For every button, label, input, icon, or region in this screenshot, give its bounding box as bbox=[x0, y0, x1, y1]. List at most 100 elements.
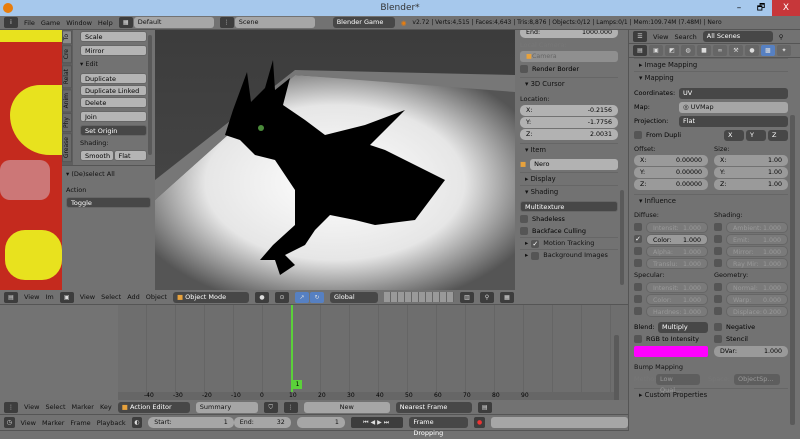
playback-controls[interactable]: ⏮◀▶⏭ bbox=[350, 417, 404, 428]
image-mapping-panel-header[interactable]: ▸ Image Mapping bbox=[634, 58, 788, 71]
coordinates-dropdown[interactable]: UV bbox=[679, 87, 788, 99]
menu-game[interactable]: Game bbox=[41, 19, 60, 27]
scale-button[interactable]: Scale bbox=[80, 31, 147, 42]
frame-ruler[interactable]: -40 -30 -20 -10 0 10 20 30 40 50 60 70 80 90 bbox=[118, 392, 618, 400]
image-menu-view[interactable]: View bbox=[24, 293, 39, 301]
specular-influence-field[interactable]: Color: 1.000 bbox=[646, 293, 708, 305]
minimize-button[interactable]: – bbox=[728, 0, 750, 16]
search-icon[interactable]: ⚲ bbox=[779, 33, 784, 41]
outliner-menu-search[interactable]: Search bbox=[674, 33, 696, 41]
checkbox-icon[interactable] bbox=[714, 283, 722, 291]
action-browse-icon[interactable]: ⋮ bbox=[283, 401, 298, 413]
checkbox-icon[interactable] bbox=[714, 307, 722, 315]
keying-set-field[interactable] bbox=[490, 417, 629, 428]
tab-relations[interactable]: Relat bbox=[62, 64, 72, 88]
backface-culling-checkbox[interactable]: Backface Culling bbox=[520, 225, 618, 237]
scene-selector[interactable]: Scene bbox=[234, 17, 315, 28]
menu-select[interactable]: Select bbox=[101, 293, 121, 301]
tab-physics[interactable]: Phy bbox=[62, 113, 72, 133]
outliner-menu-view[interactable]: View bbox=[653, 33, 668, 41]
tab-animation[interactable]: Anim bbox=[62, 88, 72, 113]
checkbox-icon[interactable] bbox=[714, 295, 722, 303]
n-panel-scrollbar[interactable] bbox=[620, 190, 624, 285]
cursor-z-field[interactable]: Z: 2.0031 bbox=[520, 129, 618, 140]
stencil-checkbox[interactable]: Stencil bbox=[714, 333, 788, 345]
snap-dropdown[interactable]: Nearest Frame bbox=[395, 401, 472, 413]
layout-icon[interactable]: ▦ bbox=[118, 17, 133, 28]
image-menu-image[interactable]: Im bbox=[45, 293, 53, 301]
action-editor[interactable]: 1 -40 -30 -20 -10 0 10 20 30 40 50 60 70 80 90 bbox=[0, 305, 628, 405]
properties-scrollbar[interactable] bbox=[790, 115, 795, 425]
menu-help[interactable]: Help bbox=[98, 19, 113, 27]
timeline-icon[interactable]: ◷ bbox=[4, 417, 15, 428]
shading-icon[interactable]: ● bbox=[254, 291, 269, 303]
delete-button[interactable]: Delete bbox=[80, 97, 147, 108]
outliner-scope-dropdown[interactable]: All Scenes bbox=[702, 31, 773, 42]
3d-viewport[interactable] bbox=[155, 30, 515, 290]
from-dupli-checkbox[interactable]: From Dupli bbox=[634, 129, 722, 141]
motion-tracking-panel[interactable]: ▸ ✓ Motion Tracking bbox=[520, 237, 618, 249]
tool-shelf-scrollbar[interactable] bbox=[148, 35, 152, 155]
maximize-button[interactable]: 🗗 bbox=[750, 0, 772, 16]
render-icon[interactable]: ▦ bbox=[499, 291, 514, 303]
tl-menu-frame[interactable]: Frame bbox=[70, 419, 90, 427]
physics-tab-icon[interactable]: ✦ bbox=[777, 45, 791, 56]
mirror-button[interactable]: Mirror bbox=[80, 45, 147, 56]
diffuse-influence-field[interactable]: Intensit: 1.000 bbox=[646, 221, 708, 233]
tl-menu-playback[interactable]: Playback bbox=[97, 419, 126, 427]
preview-range-icon[interactable]: ◐ bbox=[131, 417, 143, 428]
menu-view[interactable]: View bbox=[80, 293, 95, 301]
shading-influence-field[interactable]: Ambient: 1.000 bbox=[726, 221, 788, 233]
end-frame-field[interactable]: End: 32 bbox=[233, 417, 291, 428]
specular-influence-field[interactable]: Hardnes: 1.000 bbox=[646, 305, 708, 317]
uv-map-field[interactable]: ◎ UVMap bbox=[679, 101, 788, 113]
tab-create[interactable]: Cre bbox=[62, 45, 72, 64]
ae-menu-select[interactable]: Select bbox=[45, 403, 65, 411]
join-button[interactable]: Join bbox=[80, 111, 147, 122]
geometry-influence-field[interactable]: Warp: 0.000 bbox=[726, 293, 788, 305]
info-editor-icon[interactable]: i bbox=[4, 17, 18, 28]
offset-z-field[interactable]: Z: 0.00000 bbox=[634, 179, 708, 190]
new-action-button[interactable]: New bbox=[303, 401, 390, 413]
image-editor-type-icon[interactable]: ▤ bbox=[4, 291, 18, 303]
modifiers-tab-icon[interactable]: ⚒ bbox=[729, 45, 743, 56]
clip-end-field[interactable]: End: 1000.000 bbox=[520, 30, 618, 38]
close-button[interactable]: X bbox=[772, 0, 800, 16]
object-tab-icon[interactable]: ■ bbox=[697, 45, 711, 56]
checkbox-icon[interactable] bbox=[714, 223, 722, 231]
cursor-x-field[interactable]: X: -0.2156 bbox=[520, 105, 618, 116]
operator-title[interactable]: ▾ (De)select All bbox=[66, 168, 151, 180]
shading-influence-field[interactable]: Mirror: 1.000 bbox=[726, 245, 788, 257]
checkbox-icon[interactable] bbox=[634, 295, 642, 303]
checkbox-icon[interactable] bbox=[714, 235, 722, 243]
properties-editor-icon[interactable]: ▤ bbox=[633, 45, 647, 56]
orientation-dropdown[interactable]: Global bbox=[329, 291, 378, 303]
size-x-field[interactable]: X: 1.00 bbox=[714, 155, 788, 166]
current-frame-badge[interactable]: 1 bbox=[293, 380, 302, 389]
summary-toggle[interactable]: Summary bbox=[195, 401, 258, 413]
check-icon[interactable]: ✓ bbox=[634, 235, 642, 243]
set-origin-dropdown[interactable]: Set Origin bbox=[80, 125, 147, 136]
geometry-influence-field[interactable]: Displace: 0.200 bbox=[726, 305, 788, 317]
diffuse-influence-field[interactable]: Alpha: 1.000 bbox=[646, 245, 708, 257]
dopesheet-mode-dropdown[interactable]: ■ Action Editor bbox=[117, 401, 190, 413]
outliner-icon[interactable]: ☰ bbox=[633, 31, 647, 42]
ae-menu-marker[interactable]: Marker bbox=[72, 403, 94, 411]
shading-influence-field[interactable]: Ray Mir: 1.000 bbox=[726, 257, 788, 269]
negative-checkbox[interactable]: Negative bbox=[714, 321, 788, 333]
checkbox-icon[interactable] bbox=[634, 247, 642, 255]
bump-space-dropdown[interactable]: ObjectSp... bbox=[734, 373, 780, 385]
ae-menu-key[interactable]: Key bbox=[100, 403, 112, 411]
action-scrollbar[interactable] bbox=[614, 335, 619, 405]
current-frame-field[interactable]: 1 bbox=[296, 417, 345, 428]
rgb-to-intensity-checkbox[interactable]: RGB to Intensity bbox=[634, 333, 708, 345]
sync-dropdown[interactable]: Frame Dropping bbox=[409, 417, 469, 437]
lock-camera-icon[interactable]: ▥ bbox=[459, 291, 474, 303]
mode-dropdown[interactable]: ■ Object Mode bbox=[172, 291, 249, 303]
bump-method-dropdown[interactable]: Low Qual... bbox=[656, 373, 700, 394]
engine-selector[interactable]: Blender Game bbox=[332, 17, 395, 28]
scene-icon[interactable]: ⋮ bbox=[219, 17, 234, 28]
y-axis-dropdown[interactable]: Y bbox=[746, 129, 766, 141]
display-panel-header[interactable]: ▸ Display bbox=[520, 172, 618, 185]
blend-dropdown[interactable]: Multiply bbox=[658, 321, 708, 333]
